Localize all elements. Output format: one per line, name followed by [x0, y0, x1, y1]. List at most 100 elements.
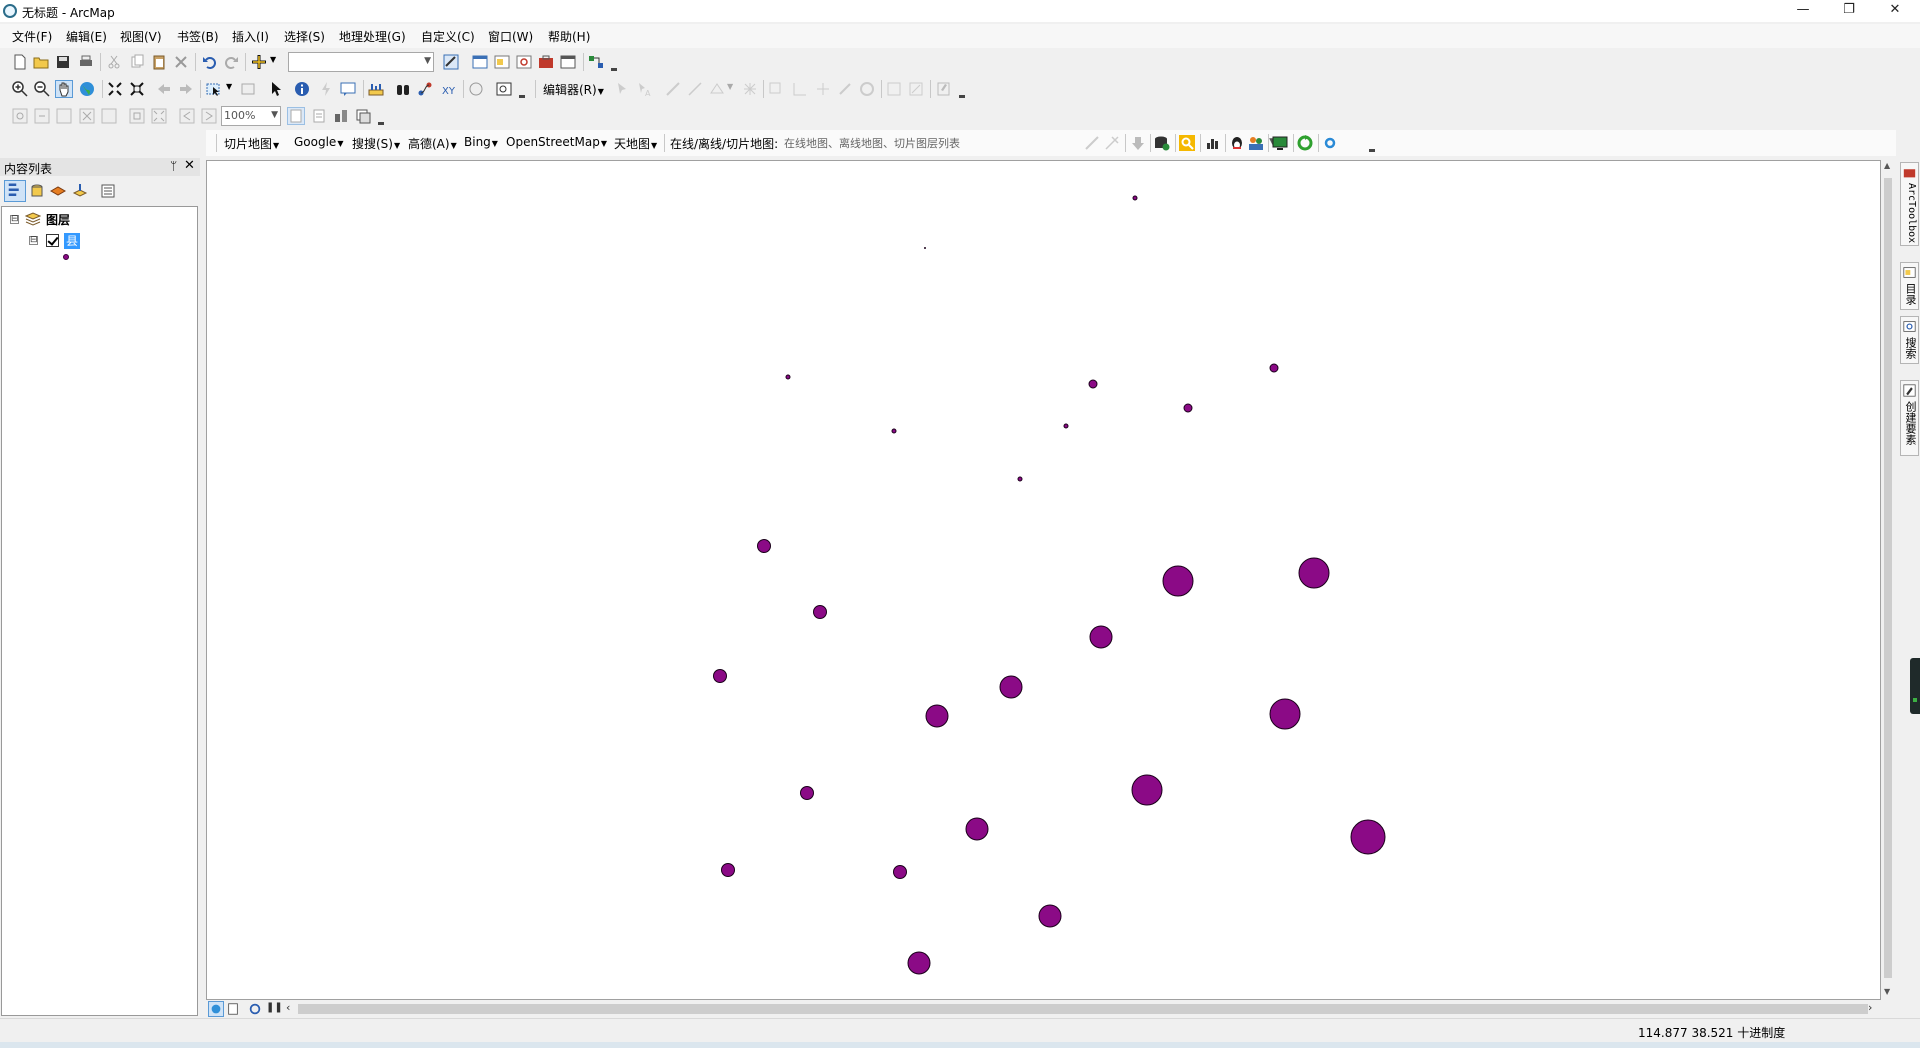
county-point-8[interactable] [891, 428, 897, 434]
database-icon[interactable] [1154, 135, 1170, 151]
copy-icon[interactable] [129, 54, 145, 70]
tile-layer-list-combo[interactable]: 在线地图、离线地图、切片图层列表 ▼ [784, 133, 1278, 153]
county-point-4[interactable] [1269, 363, 1279, 373]
vertical-scrollbar[interactable]: ▲ ▼ [1881, 160, 1895, 1000]
fixed-zoom-in-layout-icon[interactable] [129, 108, 145, 124]
refresh-green-icon[interactable] [1297, 135, 1313, 151]
qq-penguin-icon[interactable] [1229, 135, 1245, 151]
menu-help[interactable]: 帮助(H) [548, 28, 590, 45]
county-point-19[interactable] [799, 786, 814, 801]
menu-edit[interactable]: 编辑(E) [66, 28, 107, 45]
select-dropdown-icon[interactable]: ▼ [226, 82, 232, 91]
menu-file[interactable]: 文件(F) [12, 28, 52, 45]
change-layout-icon[interactable] [333, 108, 349, 124]
create-features-tab[interactable]: 创建要素 [1900, 380, 1919, 456]
catalog-tab[interactable]: 目录 [1900, 262, 1919, 310]
delete-icon[interactable] [173, 54, 189, 70]
county-point-24[interactable] [892, 864, 907, 879]
create-features-window-icon[interactable] [908, 81, 924, 97]
gear-icon[interactable] [1322, 135, 1338, 151]
layout-zoom-in-icon[interactable] [12, 108, 28, 124]
list-by-drawing-order-icon[interactable] [4, 180, 26, 202]
county-point-15[interactable] [712, 668, 727, 683]
county-point-23[interactable] [721, 863, 736, 878]
save-icon[interactable] [55, 54, 71, 70]
bar-chart-icon[interactable] [1205, 135, 1221, 151]
county-point-12[interactable] [1298, 557, 1330, 589]
find-route-icon[interactable] [417, 81, 433, 97]
minimize-button[interactable]: — [1780, 0, 1826, 22]
menu-customize[interactable]: 自定义(C) [421, 28, 475, 45]
toc-options-icon[interactable] [100, 183, 116, 199]
floating-panel-handle[interactable] [1910, 658, 1920, 714]
model-builder-icon[interactable] [588, 54, 604, 70]
menu-view[interactable]: 视图(V) [120, 28, 162, 45]
measure-ruler-icon[interactable] [368, 81, 384, 97]
search-window-icon[interactable] [516, 54, 532, 70]
menu-geoprocessing[interactable]: 地理处理(G) [339, 28, 406, 45]
clear-selection-icon[interactable] [240, 81, 256, 97]
cut-polygons-icon[interactable] [792, 81, 808, 97]
fixed-zoom-in-icon[interactable] [107, 81, 123, 97]
print-icon[interactable] [78, 54, 94, 70]
search-tab[interactable]: 搜索 [1900, 316, 1919, 364]
county-point-13[interactable] [813, 605, 828, 620]
vertical-scroll-thumb[interactable] [1884, 178, 1892, 978]
menu-insert[interactable]: 插入(I) [232, 28, 269, 45]
point-construction-icon[interactable] [709, 81, 725, 97]
construction-dropdown-icon[interactable]: ▼ [727, 82, 733, 91]
download-arrow-icon[interactable] [1130, 135, 1146, 151]
monitor-green-icon[interactable] [1272, 135, 1288, 151]
toolbar-options-icon[interactable] [958, 84, 966, 98]
toolbar-options-icon[interactable] [610, 57, 618, 71]
new-document-icon[interactable] [12, 54, 28, 70]
county-point-11[interactable] [1162, 565, 1194, 597]
go-back-arrow-icon[interactable] [156, 81, 172, 97]
county-point-20[interactable] [1131, 774, 1163, 806]
sketch-properties-icon[interactable] [886, 81, 902, 97]
list-by-source-icon[interactable] [29, 183, 45, 199]
editor-options-icon[interactable] [936, 81, 952, 97]
horizontal-scroll-thumb[interactable] [298, 1004, 1868, 1014]
add-data-dropdown-icon[interactable]: ▼ [270, 55, 276, 64]
identify-info-icon[interactable] [294, 81, 310, 97]
data-driven-pages-icon[interactable] [355, 108, 371, 124]
google-menu[interactable]: Google▼ [294, 135, 343, 149]
tianditu-menu[interactable]: 天地图▼ [614, 135, 657, 152]
zoom-whole-page-icon[interactable] [79, 108, 95, 124]
gaode-menu[interactable]: 高德(A)▼ [408, 135, 457, 152]
county-point-21[interactable] [965, 817, 989, 841]
layout-forward-extent-icon[interactable] [201, 108, 217, 124]
layers-root-label[interactable]: 图层 [46, 211, 70, 228]
fixed-zoom-out-layout-icon[interactable] [151, 108, 167, 124]
list-by-visibility-icon[interactable] [50, 183, 66, 199]
menu-windows[interactable]: 窗口(W) [488, 28, 533, 45]
split-tool-icon[interactable] [815, 81, 831, 97]
fixed-zoom-out-icon[interactable] [129, 81, 145, 97]
rotate-tool-icon[interactable] [837, 81, 853, 97]
county-point-25[interactable] [1038, 904, 1062, 928]
county-point-16[interactable] [999, 675, 1023, 699]
cut-icon[interactable] [106, 54, 122, 70]
reshape-feature-icon[interactable] [768, 81, 784, 97]
editor-menu[interactable]: 编辑器(R)▼ [543, 81, 604, 98]
county-point-10[interactable] [756, 538, 771, 553]
county-point-2[interactable] [924, 247, 927, 250]
tile-tool-1-icon[interactable] [1084, 135, 1100, 151]
arctoolbox-tab[interactable]: ArcToolbox [1900, 162, 1919, 246]
editor-toolbar-icon[interactable] [443, 54, 459, 70]
county-point-3[interactable] [785, 374, 791, 380]
select-features-icon[interactable] [206, 81, 222, 97]
county-point-22[interactable] [1350, 819, 1386, 855]
html-popup-icon[interactable] [340, 81, 356, 97]
county-point-6[interactable] [1183, 403, 1193, 413]
table-of-contents-icon[interactable] [472, 54, 488, 70]
python-window-icon[interactable] [560, 54, 576, 70]
edit-vertices-icon[interactable] [742, 81, 758, 97]
go-forward-arrow-icon[interactable] [178, 81, 194, 97]
create-viewer-window-icon[interactable] [496, 81, 512, 97]
layout-view-icon[interactable] [226, 1002, 240, 1016]
layers-expand-toggle[interactable]: ⊟ [10, 215, 19, 224]
toggle-draft-mode-icon[interactable] [287, 107, 305, 125]
map-scale-combo[interactable]: ▼ [288, 52, 434, 72]
